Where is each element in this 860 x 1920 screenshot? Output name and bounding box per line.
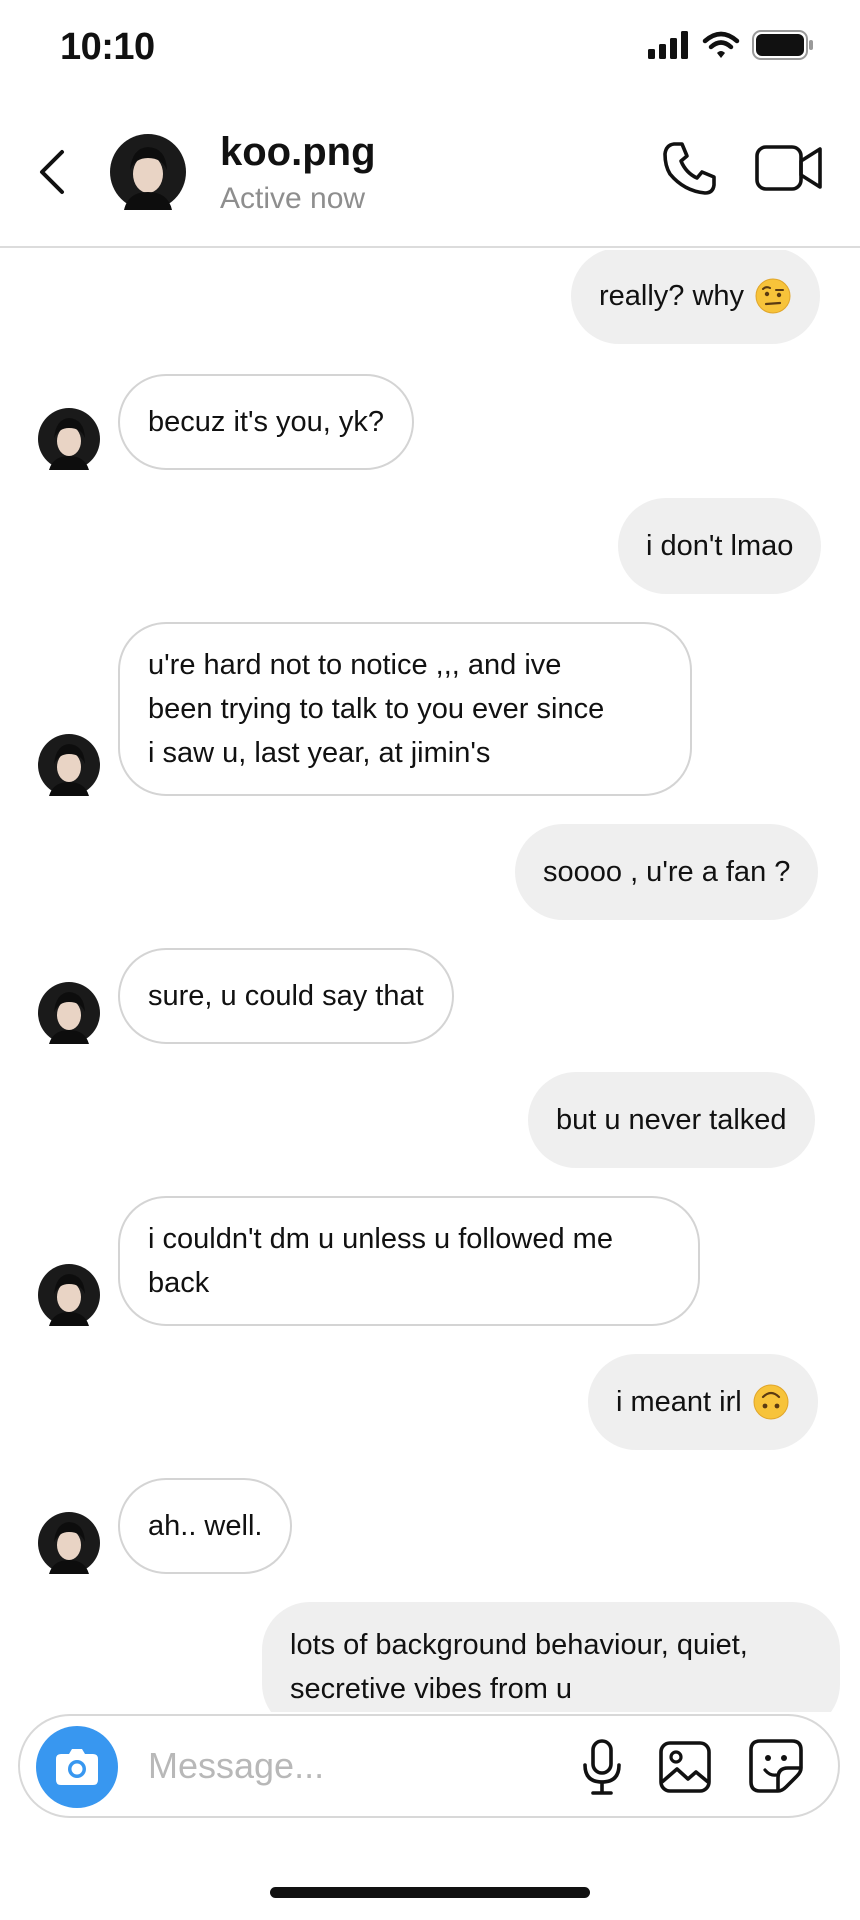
sender-avatar[interactable] [38,1512,100,1574]
message-text: ah.. well. [148,1510,263,1542]
sender-avatar[interactable] [38,734,100,796]
home-indicator[interactable] [270,1887,590,1898]
incoming-message[interactable]: i couldn't dm u unless u followed me bac… [118,1196,700,1326]
raised-eyebrow-emoji [755,278,791,314]
battery-icon [752,30,813,60]
outgoing-message[interactable]: lots of background behaviour, quiet, sec… [262,1602,840,1712]
upside-down-face-emoji [753,1384,789,1420]
incoming-message[interactable]: sure, u could say that [118,948,454,1044]
status-time: 10:10 [60,26,155,68]
contact-name[interactable]: koo.png [220,130,376,175]
voice-call-button[interactable] [660,138,720,198]
message-text: i don't lmao [646,530,794,562]
outgoing-message[interactable]: i don't lmao [618,498,822,594]
message-text: u're hard not to notice ,,, and ive been… [148,649,605,769]
sender-avatar[interactable] [38,1264,100,1326]
message-text: really? why [599,280,745,312]
video-camera-icon [755,145,822,191]
avatar[interactable] [110,134,186,210]
status-bar: 10:10 [0,0,860,98]
active-status: Active now [220,182,366,215]
microphone-icon [583,1739,621,1795]
chevron-left-icon [40,150,64,194]
message-text: i couldn't dm u unless u followed me bac… [148,1223,613,1299]
message-composer [18,1714,840,1818]
outgoing-message[interactable]: really? why [571,250,821,344]
message-input[interactable] [148,1736,448,1796]
status-icons [648,30,814,60]
gallery-button[interactable] [658,1740,712,1794]
sender-avatar[interactable] [38,408,100,470]
phone-icon [663,142,716,195]
chat-header: koo.png Active now [0,98,860,248]
video-call-button[interactable] [754,142,824,194]
message-text: becuz it's you, yk? [148,406,385,438]
wifi-icon [702,31,740,58]
back-button[interactable] [30,144,74,200]
gallery-icon [659,1741,711,1793]
sticker-button[interactable] [748,1738,804,1794]
outgoing-message[interactable]: soooo , u're a fan ? [515,824,819,920]
incoming-message[interactable]: u're hard not to notice ,,, and ive been… [118,622,692,796]
microphone-button[interactable] [576,1738,628,1796]
message-thread[interactable]: really? why becuz it's you, yk? i don't … [0,250,860,1712]
signal-icon [648,31,688,59]
message-text: soooo , u're a fan ? [543,856,791,888]
message-text: i meant irl [616,1386,742,1418]
sender-avatar[interactable] [38,982,100,1044]
message-text: but u never talked [556,1104,787,1136]
message-text: sure, u could say that [148,980,424,1012]
outgoing-message[interactable]: i meant irl [588,1354,818,1450]
outgoing-message[interactable]: but u never talked [528,1072,815,1168]
camera-icon [56,1749,98,1785]
incoming-message[interactable]: becuz it's you, yk? [118,374,415,470]
incoming-message[interactable]: ah.. well. [118,1478,293,1574]
sticker-icon [749,1739,803,1793]
message-text: lots of background behaviour, quiet, sec… [290,1629,748,1705]
camera-button[interactable] [36,1726,118,1808]
